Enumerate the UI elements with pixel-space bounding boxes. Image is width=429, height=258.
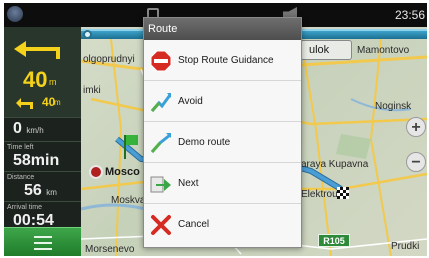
cancel-label: Cancel [178,219,210,230]
next-turn-unit: m [54,98,61,107]
map-label-mamontovo: Mamontovo [357,45,410,56]
arrival-label: Arrival time [7,204,43,211]
map-label-noginsk: Noginsk [375,101,412,112]
map-label-moscow: Mosco [105,166,140,178]
map-label-morsenevo: Morsenevo [85,244,135,255]
turn-instruction[interactable]: 40 m 40 m [4,27,81,122]
next-turn-arrow-icon [16,98,33,109]
city-marker-icon [89,165,103,179]
stop-route-guidance-item[interactable]: Stop Route Guidance [144,40,301,81]
next-item[interactable]: Next [144,163,301,204]
next-label: Next [178,178,199,189]
finish-flag-icon [337,187,349,199]
zoom-out-button[interactable]: − [406,152,426,172]
speed-value: 0 km/h [13,120,44,137]
avoid-label: Avoid [178,96,203,107]
dialog-title: Route [144,18,301,40]
speed-unit: km/h [26,126,44,135]
distance-label: Distance [7,174,35,181]
distance-unit: km [46,188,57,197]
demo-route-item[interactable]: Demo route [144,122,301,163]
map-label-dolgoprudnyi: olgoprudnyi [83,54,135,65]
speed-readout: 0 km/h [4,117,81,141]
turn-distance-unit: m [49,77,57,87]
menu-button[interactable] [4,227,81,256]
map-label-himki: imki [83,85,101,96]
clock: 23:56 [394,8,425,22]
zoom-in-button[interactable]: + [406,117,426,137]
next-arrow-icon [150,176,171,193]
compass-icon[interactable] [7,6,23,22]
avoid-item[interactable]: Avoid [144,81,301,122]
stop-route-guidance-label: Stop Route Guidance [178,55,274,66]
demo-route-icon [150,133,171,153]
map-label-prudki: Prudki [391,241,420,252]
guidance-panel: 40 m 40 m 0 km/h Time left 58min Distanc… [4,27,81,256]
distance-value: 56 km [24,182,57,199]
time-left-readout: Time left 58min [4,141,81,171]
stop-sign-icon [150,50,172,72]
turn-left-arrow-icon [14,41,60,59]
route-start-marker [83,30,92,39]
map-label-kupavna: araya Kupavna [301,159,369,170]
map-label-moskva: Moskva [111,195,146,206]
cancel-x-icon [151,215,171,235]
avoid-route-icon [150,93,172,112]
turn-distance: 40 [23,67,48,92]
time-left-label: Time left [7,144,34,151]
distance-readout: Distance 56 km [4,171,81,201]
start-flag-icon [124,135,140,159]
road-sign: R105 [318,234,350,247]
cancel-item[interactable]: Cancel [144,204,301,245]
time-left-value: 58min [13,152,60,169]
demo-route-label: Demo route [178,137,231,148]
route-dialog: Route Stop Route Guidance Avoid Demo rou [143,17,302,248]
navigator-screen: 23:56 ulok Mamontovo olgoprudnyi imki No… [4,3,427,256]
map-tab[interactable]: ulok [300,40,352,60]
arrival-readout: Arrival time 00:54 [4,201,81,229]
